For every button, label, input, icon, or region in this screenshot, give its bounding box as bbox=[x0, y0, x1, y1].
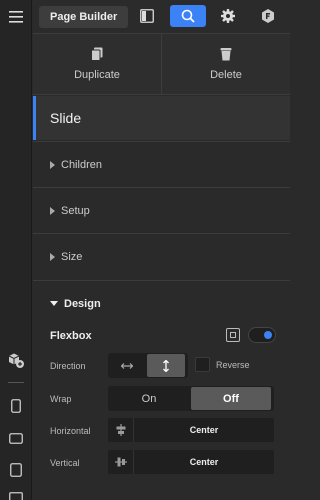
search-icon[interactable] bbox=[170, 5, 206, 27]
wrap-label: Wrap bbox=[50, 394, 72, 404]
horizontal-align-select[interactable]: Center bbox=[108, 418, 274, 442]
section-size-label: Size bbox=[61, 250, 83, 263]
delete-button[interactable]: Delete bbox=[161, 34, 290, 94]
horizontal-arrows-icon bbox=[121, 362, 133, 369]
mobile-preview-icon[interactable] bbox=[0, 398, 32, 414]
section-size[interactable]: Size bbox=[33, 233, 290, 279]
section-setup-label: Setup bbox=[61, 204, 90, 217]
align-vertical-center-icon bbox=[108, 450, 134, 474]
wrap-off-option[interactable]: Off bbox=[191, 387, 271, 410]
chevron-down-icon bbox=[50, 301, 58, 306]
section-children[interactable]: Children bbox=[33, 141, 290, 187]
reverse-checkbox[interactable] bbox=[195, 357, 210, 372]
trash-icon bbox=[220, 48, 232, 61]
element-title: Slide bbox=[33, 96, 290, 140]
vertical-align-value: Center bbox=[189, 457, 219, 467]
reverse-label: Reverse bbox=[216, 360, 250, 370]
align-horizontal-center-icon bbox=[108, 418, 134, 442]
duplicate-label: Duplicate bbox=[74, 69, 120, 81]
element-actions: Duplicate Delete bbox=[33, 33, 290, 95]
delete-label: Delete bbox=[210, 69, 242, 81]
menu-icon[interactable] bbox=[0, 8, 32, 26]
desktop-preview-icon[interactable] bbox=[0, 492, 32, 500]
page-builder-button[interactable]: Page Builder bbox=[39, 5, 129, 28]
plugin-logo-icon[interactable] bbox=[256, 5, 280, 27]
section-setup[interactable]: Setup bbox=[33, 187, 290, 233]
toggle-sidebar-icon[interactable] bbox=[135, 5, 159, 27]
rail-divider bbox=[8, 382, 24, 383]
left-rail bbox=[0, 0, 32, 500]
section-design-label: Design bbox=[64, 297, 101, 310]
vertical-arrows-icon bbox=[163, 359, 169, 372]
top-bar: Page Builder bbox=[33, 0, 290, 33]
chevron-right-icon bbox=[50, 252, 55, 261]
section-design[interactable]: Design bbox=[33, 280, 290, 326]
wrap-on-option[interactable]: On bbox=[108, 386, 190, 411]
wrap-control: On Off bbox=[108, 386, 274, 411]
tablet-portrait-preview-icon[interactable] bbox=[0, 462, 32, 478]
flexbox-layout-icon[interactable] bbox=[226, 328, 240, 342]
flexbox-label: Flexbox bbox=[50, 330, 92, 342]
gear-icon[interactable] bbox=[216, 5, 240, 27]
horizontal-label: Horizontal bbox=[50, 426, 91, 436]
section-children-label: Children bbox=[61, 158, 102, 171]
chevron-right-icon bbox=[50, 206, 55, 215]
horizontal-align-value: Center bbox=[189, 425, 219, 435]
duplicate-button[interactable]: Duplicate bbox=[33, 34, 161, 94]
vertical-align-select[interactable]: Center bbox=[108, 450, 274, 474]
add-component-icon[interactable] bbox=[0, 350, 32, 370]
direction-column-option[interactable] bbox=[147, 354, 185, 377]
direction-control bbox=[108, 353, 188, 378]
direction-label: Direction bbox=[50, 361, 86, 371]
flexbox-toggle[interactable] bbox=[248, 327, 276, 343]
vertical-label: Vertical bbox=[50, 458, 80, 468]
chevron-right-icon bbox=[50, 160, 55, 169]
tablet-landscape-preview-icon[interactable] bbox=[0, 430, 32, 446]
duplicate-icon bbox=[91, 47, 103, 61]
flexbox-row: Flexbox bbox=[50, 324, 276, 348]
direction-row-option[interactable] bbox=[108, 353, 146, 378]
